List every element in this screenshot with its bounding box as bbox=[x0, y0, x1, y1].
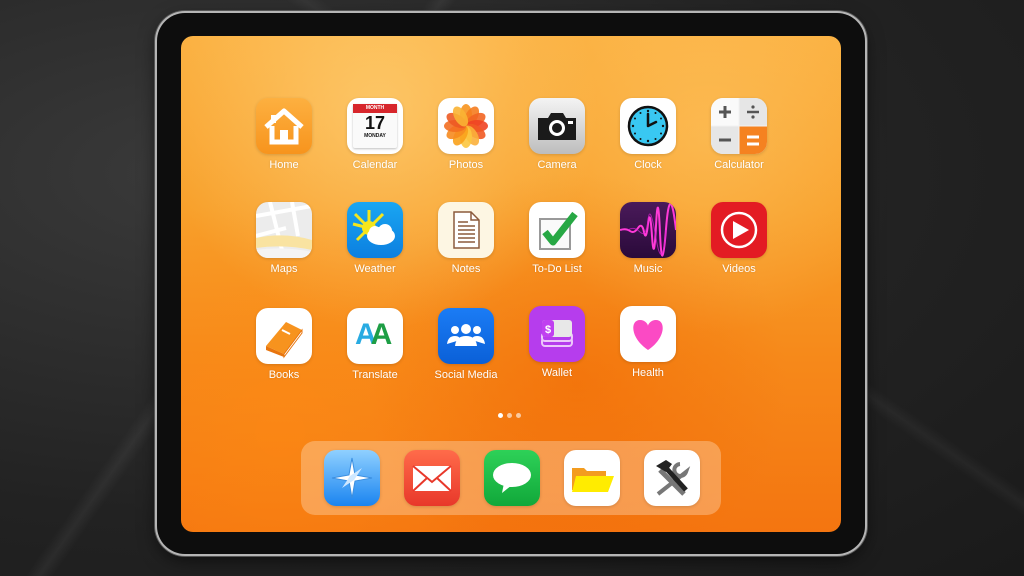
sun-cloud-icon bbox=[347, 202, 403, 258]
app-label: Clock bbox=[634, 159, 662, 171]
app-health[interactable]: Health bbox=[603, 306, 693, 379]
app-label: Translate bbox=[352, 369, 398, 381]
page-indicator[interactable] bbox=[498, 413, 521, 418]
app-label: To-Do List bbox=[532, 263, 582, 275]
calendar-day: 17 bbox=[364, 113, 386, 133]
app-camera[interactable]: Camera bbox=[512, 98, 602, 171]
app-calculator[interactable]: Calculator bbox=[694, 98, 784, 171]
page-dot[interactable] bbox=[498, 413, 503, 418]
app-label: Calculator bbox=[714, 159, 764, 171]
house-icon bbox=[256, 98, 312, 154]
map-icon bbox=[256, 202, 312, 258]
page-dot[interactable] bbox=[507, 413, 512, 418]
app-label: Books bbox=[268, 369, 300, 381]
tools-icon[interactable] bbox=[644, 450, 700, 506]
app-books[interactable]: Books bbox=[239, 308, 329, 381]
app-weather[interactable]: Weather bbox=[330, 202, 420, 275]
compass-icon[interactable] bbox=[324, 450, 380, 506]
app-label: Home bbox=[269, 159, 299, 171]
app-label: Wallet bbox=[541, 367, 573, 379]
svg-text:$: $ bbox=[545, 324, 551, 336]
app-label: Health bbox=[632, 367, 664, 379]
photos-flower-icon bbox=[438, 98, 494, 154]
translate-aa-icon: AA bbox=[347, 308, 403, 364]
people-icon bbox=[438, 308, 494, 364]
app-todo[interactable]: To-Do List bbox=[512, 202, 602, 275]
tablet-frame: Home MONTH 17 MONDAY Calendar Photos Cam… bbox=[157, 13, 865, 554]
waveform-icon bbox=[620, 202, 676, 258]
checkbox-icon bbox=[529, 202, 585, 258]
app-translate[interactable]: AA Translate bbox=[330, 308, 420, 381]
app-maps[interactable]: Maps bbox=[239, 202, 329, 275]
page-dot[interactable] bbox=[516, 413, 521, 418]
envelope-icon[interactable] bbox=[404, 450, 460, 506]
app-label: Music bbox=[633, 263, 663, 275]
calendar-month: MONTH bbox=[353, 104, 397, 113]
book-icon bbox=[256, 308, 312, 364]
calendar-icon: MONTH 17 MONDAY bbox=[347, 98, 403, 154]
app-label: Photos bbox=[448, 159, 484, 171]
app-label: Weather bbox=[354, 263, 396, 275]
app-label: Calendar bbox=[352, 159, 398, 171]
app-photos[interactable]: Photos bbox=[421, 98, 511, 171]
home-screen: Home MONTH 17 MONDAY Calendar Photos Cam… bbox=[181, 36, 841, 532]
wallet-icon: $ bbox=[529, 306, 585, 362]
app-label: Notes bbox=[451, 263, 481, 275]
speech-bubble-icon[interactable] bbox=[484, 450, 540, 506]
app-calendar[interactable]: MONTH 17 MONDAY Calendar bbox=[330, 98, 420, 171]
calculator-icon bbox=[711, 98, 767, 154]
app-label: Camera bbox=[537, 159, 577, 171]
calendar-weekday: MONDAY bbox=[364, 133, 386, 139]
camera-icon bbox=[529, 98, 585, 154]
app-label: Maps bbox=[270, 263, 298, 275]
folder-icon[interactable] bbox=[564, 450, 620, 506]
app-notes[interactable]: Notes bbox=[421, 202, 511, 275]
app-wallet[interactable]: $ Wallet bbox=[512, 306, 602, 379]
play-icon bbox=[711, 202, 767, 258]
heart-icon bbox=[620, 306, 676, 362]
app-home[interactable]: Home bbox=[239, 98, 329, 171]
app-music[interactable]: Music bbox=[603, 202, 693, 275]
app-label: Social Media bbox=[434, 369, 498, 381]
app-videos[interactable]: Videos bbox=[694, 202, 784, 275]
app-clock[interactable]: Clock bbox=[603, 98, 693, 171]
clock-icon bbox=[620, 98, 676, 154]
document-icon bbox=[438, 202, 494, 258]
app-social-media[interactable]: Social Media bbox=[421, 308, 511, 381]
app-label: Videos bbox=[722, 263, 756, 275]
dock bbox=[301, 441, 721, 515]
